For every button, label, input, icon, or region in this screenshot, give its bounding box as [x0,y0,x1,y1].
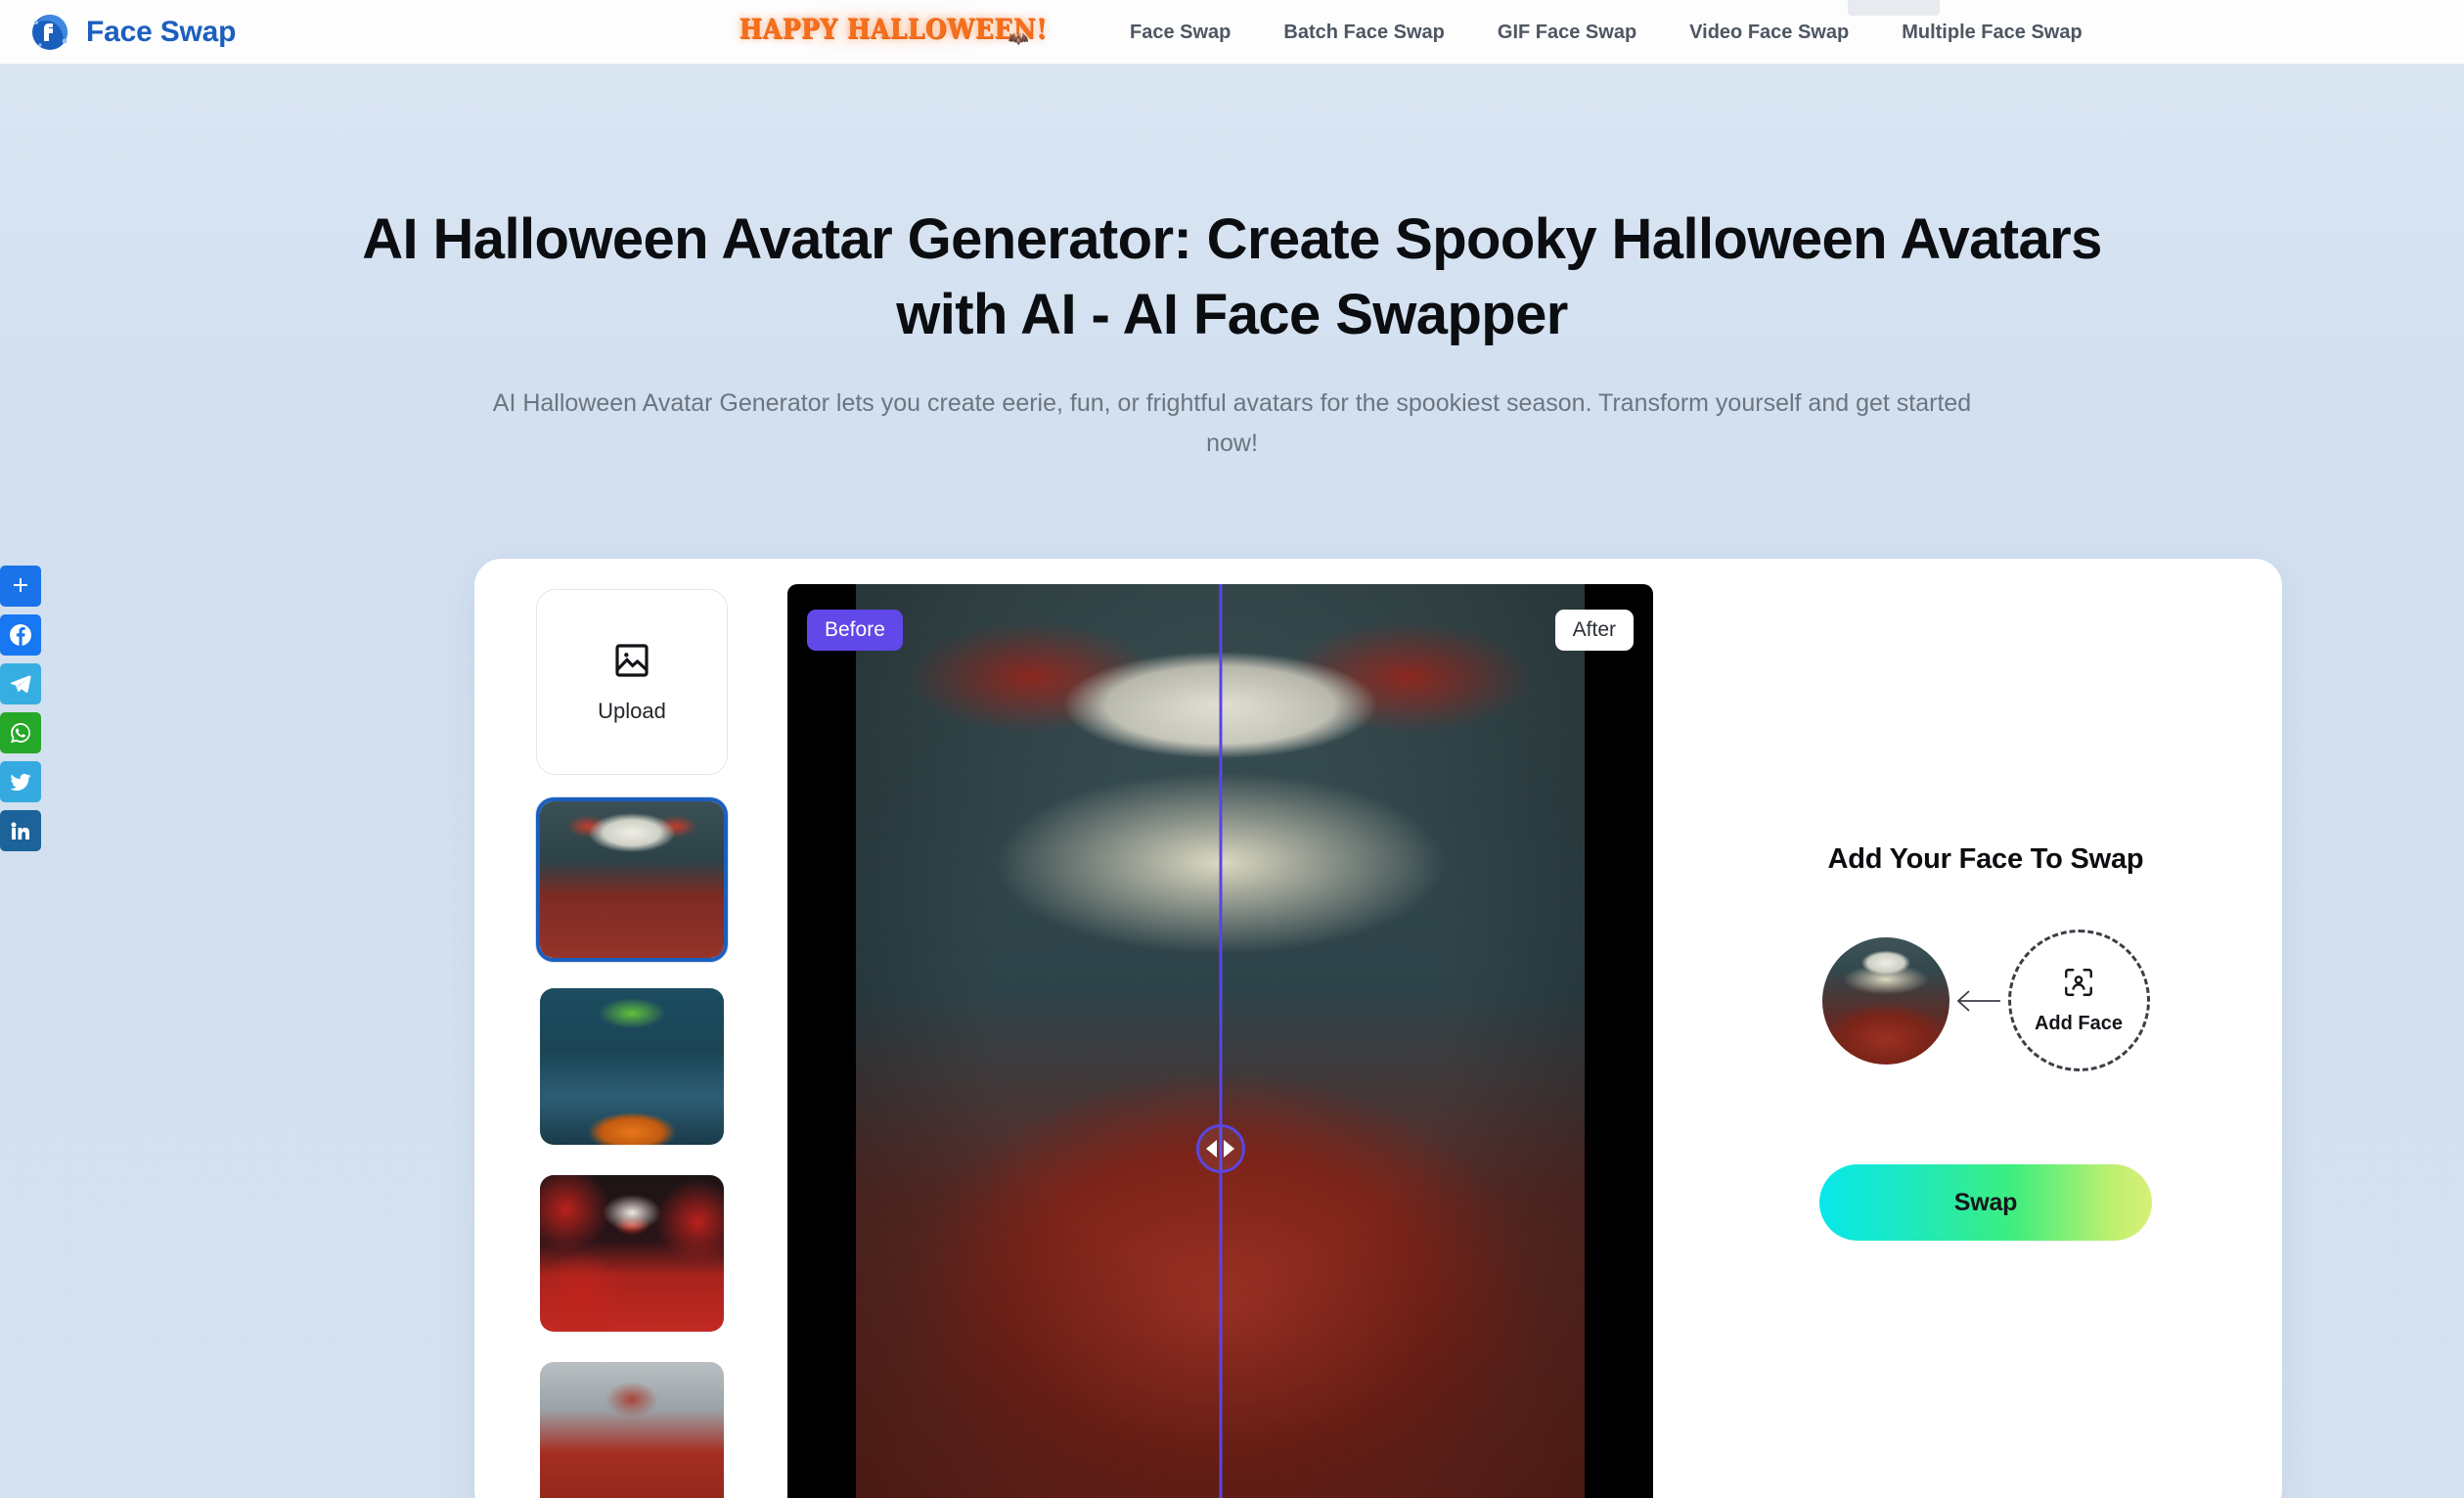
upload-label: Upload [598,698,666,723]
halloween-banner-text: HAPPY HALLOWEEN! [739,12,1048,45]
facebook-icon[interactable] [0,614,41,656]
template-thumbnail-image [540,988,724,1145]
arrow-right-icon [1224,1140,1234,1158]
template-thumbnail-column: Upload [536,589,728,1498]
source-face-preview[interactable] [1821,936,1949,1065]
comparison-divider[interactable] [1219,584,1222,1498]
before-after-viewer[interactable]: Before After [787,584,1653,1498]
page-title: AI Halloween Avatar Generator: Create Sp… [362,207,2102,347]
social-share-rail [0,566,41,851]
template-thumbnail-image [540,1175,724,1332]
telegram-icon[interactable] [0,663,41,704]
panel-title: Add Your Face To Swap [1827,843,2144,875]
before-badge[interactable]: Before [807,610,903,651]
bat-icon: 🦇 [1008,29,1029,48]
face-selection-row: Add Face [1821,930,2150,1071]
hero-section: AI Halloween Avatar Generator: Create Sp… [0,65,2464,463]
page-subtitle: AI Halloween Avatar Generator lets you c… [492,389,1972,457]
halloween-banner[interactable]: HAPPY HALLOWEEN! 🦇 [732,2,1054,55]
main-navigation: Face Swap Batch Face Swap GIF Face Swap … [1103,0,2109,65]
header-dropdown-affordance[interactable] [1848,0,1940,16]
swap-button[interactable]: Swap [1819,1164,2152,1241]
upload-button[interactable]: Upload [536,589,728,775]
brand-logo[interactable]: Face Swap [27,10,236,55]
image-upload-icon [612,641,651,685]
nav-item-face-swap[interactable]: Face Swap [1103,0,1257,65]
nav-item-video-face-swap[interactable]: Video Face Swap [1663,0,1875,65]
face-swap-panel: Add Your Face To Swap Add Face Swap [1712,584,2260,1498]
template-thumbnail-image [540,801,724,958]
share-more-icon[interactable] [0,566,41,607]
linkedin-icon[interactable] [0,810,41,851]
face-scan-icon [2062,966,2095,1004]
site-header: Face Swap HAPPY HALLOWEEN! 🦇 Face Swap B… [0,0,2464,65]
template-thumbnail-jester[interactable] [536,797,728,962]
face-swap-logo-icon [27,10,72,55]
add-face-button[interactable]: Add Face [2007,930,2150,1071]
template-thumbnail-chucky[interactable] [536,984,728,1149]
template-thumbnail-image [540,1362,724,1498]
template-thumbnail-joker[interactable] [536,1171,728,1336]
whatsapp-icon[interactable] [0,712,41,753]
nav-item-batch-face-swap[interactable]: Batch Face Swap [1257,0,1471,65]
after-badge[interactable]: After [1554,610,1634,651]
brand-name: Face Swap [86,15,237,48]
comparison-slider-handle[interactable] [1195,1124,1245,1173]
face-swap-editor-card: Upload Before After Add Your Face To Swa… [474,559,2282,1498]
nav-item-gif-face-swap[interactable]: GIF Face Swap [1471,0,1663,65]
arrow-left-icon [1949,988,2008,1014]
add-face-label: Add Face [2034,1013,2124,1034]
arrow-left-icon [1206,1140,1217,1158]
template-thumbnail-demon[interactable] [536,1358,728,1498]
twitter-icon[interactable] [0,761,41,802]
